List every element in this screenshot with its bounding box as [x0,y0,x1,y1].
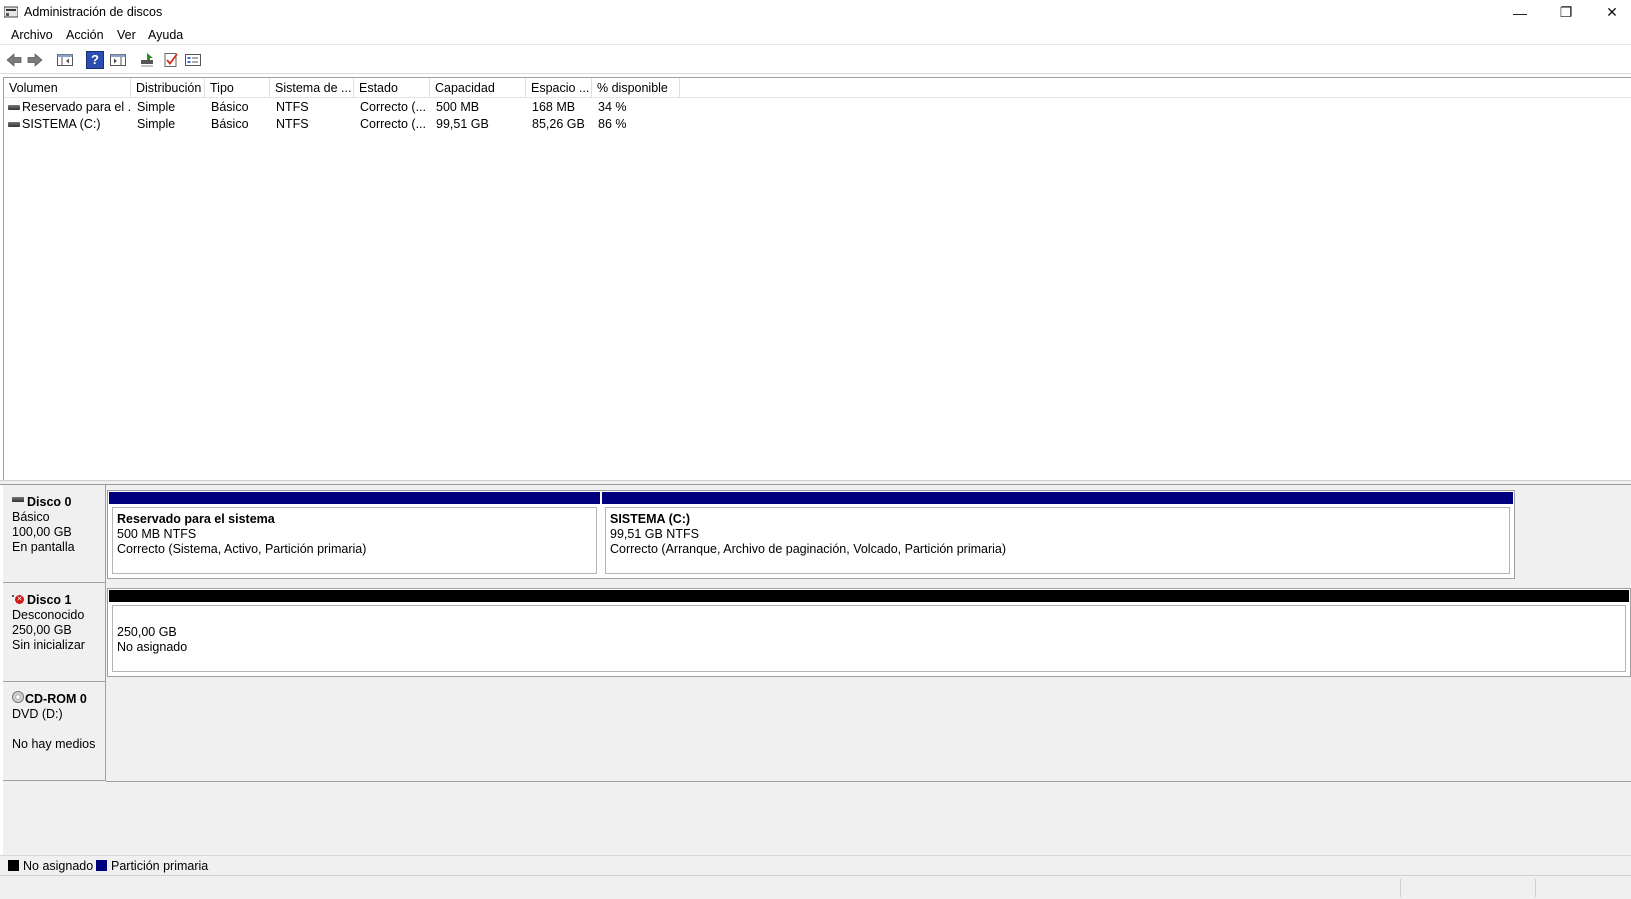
unallocated-swatch [8,860,19,872]
help-icon[interactable]: ? [86,51,104,69]
unallocated-info: 250,00 GB No asignado [112,605,1626,672]
forward-arrow-icon[interactable] [26,51,44,69]
toolbar: ? [0,46,1631,74]
unallocated-size: 250,00 GB [117,625,177,639]
unallocated-label: No asignado [117,640,188,654]
menu-ver[interactable]: Ver [117,28,136,42]
column-header-sistema-archivos[interactable]: Sistema de ... [270,78,354,98]
partition-status: Correcto (Sistema, Activo, Partición pri… [117,542,367,556]
disk-0-name: Disco 0 [27,495,72,509]
cell-capacidad: 99,51 GB [436,117,489,131]
legend-unallocated: No asignado [8,859,93,873]
unallocated-space[interactable]: 250,00 GB No asignado [109,590,1629,675]
column-header-capacidad[interactable]: Capacidad [430,78,526,98]
partition-info: Reservado para el sistema 500 MB NTFS Co… [112,507,597,574]
cell-tipo: Básico [211,100,249,114]
partition-reservado[interactable]: Reservado para el sistema 500 MB NTFS Co… [109,492,600,577]
cell-porcentaje: 34 % [598,100,627,114]
cell-estado: Correcto (... [360,100,426,114]
cell-distribucion: Simple [137,100,176,114]
primary-partition-bar [602,492,1513,504]
cell-volumen: Reservado para el ... [22,100,131,114]
column-header-volumen[interactable]: Volumen [4,78,131,98]
disk-error-icon: ✕ [12,594,26,606]
menu-archivo[interactable]: Archivo [11,28,53,42]
properties-view-icon[interactable] [184,51,202,69]
show-hide-console-tree-icon[interactable] [56,51,74,69]
disk-0-label[interactable]: Disco 0 Básico 100,00 GB En pantalla [3,485,106,583]
back-arrow-icon[interactable] [5,51,23,69]
volume-list-header: Volumen Distribución Tipo Sistema de ...… [4,78,1631,98]
window-title: Administración de discos [24,5,163,19]
close-button[interactable]: ✕ [1589,0,1631,25]
volume-list: Volumen Distribución Tipo Sistema de ...… [3,77,1631,481]
title-bar: Administración de discos — ❐ ✕ [0,0,1631,25]
disk-1-status: Sin inicializar [12,638,85,652]
cell-espacio: 168 MB [532,100,576,114]
cell-porcentaje: 86 % [598,117,627,131]
disk-management-app-icon [4,6,18,18]
disk-0-partitions: Reservado para el sistema 500 MB NTFS Co… [107,490,1515,579]
volume-row[interactable]: Reservado para el ... Simple Básico NTFS… [4,99,1631,116]
cell-capacidad: 500 MB [436,100,480,114]
legend-primary: Partición primaria [96,859,208,873]
cell-estado: Correcto (... [360,117,426,131]
cell-distribucion: Simple [137,117,176,131]
cell-espacio: 85,26 GB [532,117,585,131]
disk-1-name: Disco 1 [27,593,72,607]
disk-0-size: 100,00 GB [12,525,72,539]
cd-rom-icon [12,690,24,703]
volume-row[interactable]: SISTEMA (C:) Simple Básico NTFS Correcto… [4,116,1631,133]
legend: No asignado Partición primaria [0,855,1631,875]
connect-disk-icon[interactable] [139,51,157,69]
disk-1-size: 250,00 GB [12,623,72,637]
partition-name: Reservado para el sistema [117,512,275,526]
minimize-button[interactable]: — [1497,0,1543,25]
cell-sistema-archivos: NTFS [276,117,309,131]
column-header-estado[interactable]: Estado [354,78,430,98]
unallocated-bar [109,590,1629,602]
cell-tipo: Básico [211,117,249,131]
column-header-espacio[interactable]: Espacio ... [526,78,592,98]
partition-size-fs: 99,51 GB NTFS [610,527,699,541]
menu-bar: Archivo Acción Ver Ayuda [0,25,1631,45]
disk-0-type: Básico [12,510,50,524]
disk-1-type: Desconocido [12,608,85,622]
cdrom-0-status: No hay medios [12,737,96,751]
status-divider [1400,879,1401,897]
primary-partition-bar [109,492,600,504]
check-properties-icon[interactable] [162,51,180,69]
restore-button[interactable]: ❐ [1543,0,1589,25]
menu-accion[interactable]: Acción [66,28,104,42]
status-bar [0,875,1631,899]
column-header-tipo[interactable]: Tipo [205,78,270,98]
cell-volumen: SISTEMA (C:) [22,117,101,131]
primary-partition-swatch [96,860,107,872]
cell-sistema-archivos: NTFS [276,100,309,114]
column-header-distribucion[interactable]: Distribución [131,78,205,98]
disk-icon [12,497,24,503]
graphical-disk-view: Disco 0 Básico 100,00 GB En pantalla Res… [3,485,1631,855]
menu-ayuda[interactable]: Ayuda [148,28,183,42]
partition-info: SISTEMA (C:) 99,51 GB NTFS Correcto (Arr… [605,507,1510,574]
cdrom-0-label[interactable]: CD-ROM 0 DVD (D:) No hay medios [3,682,106,781]
divider [106,781,1631,782]
status-divider [1535,879,1536,897]
disk-0-status: En pantalla [12,540,75,554]
show-hide-action-pane-icon[interactable] [109,51,127,69]
column-header-porcentaje-disponible[interactable]: % disponible [592,78,680,98]
disk-1-label[interactable]: ✕ Disco 1 Desconocido 250,00 GB Sin inici… [3,583,106,682]
partition-sistema-c[interactable]: SISTEMA (C:) 99,51 GB NTFS Correcto (Arr… [602,492,1513,577]
cdrom-0-name: CD-ROM 0 [25,692,87,706]
partition-status: Correcto (Arranque, Archivo de paginació… [610,542,1007,556]
partition-name: SISTEMA (C:) [610,512,691,526]
cdrom-0-type: DVD (D:) [12,707,63,721]
disk-1-partitions: 250,00 GB No asignado [107,588,1631,677]
partition-size-fs: 500 MB NTFS [117,527,197,541]
